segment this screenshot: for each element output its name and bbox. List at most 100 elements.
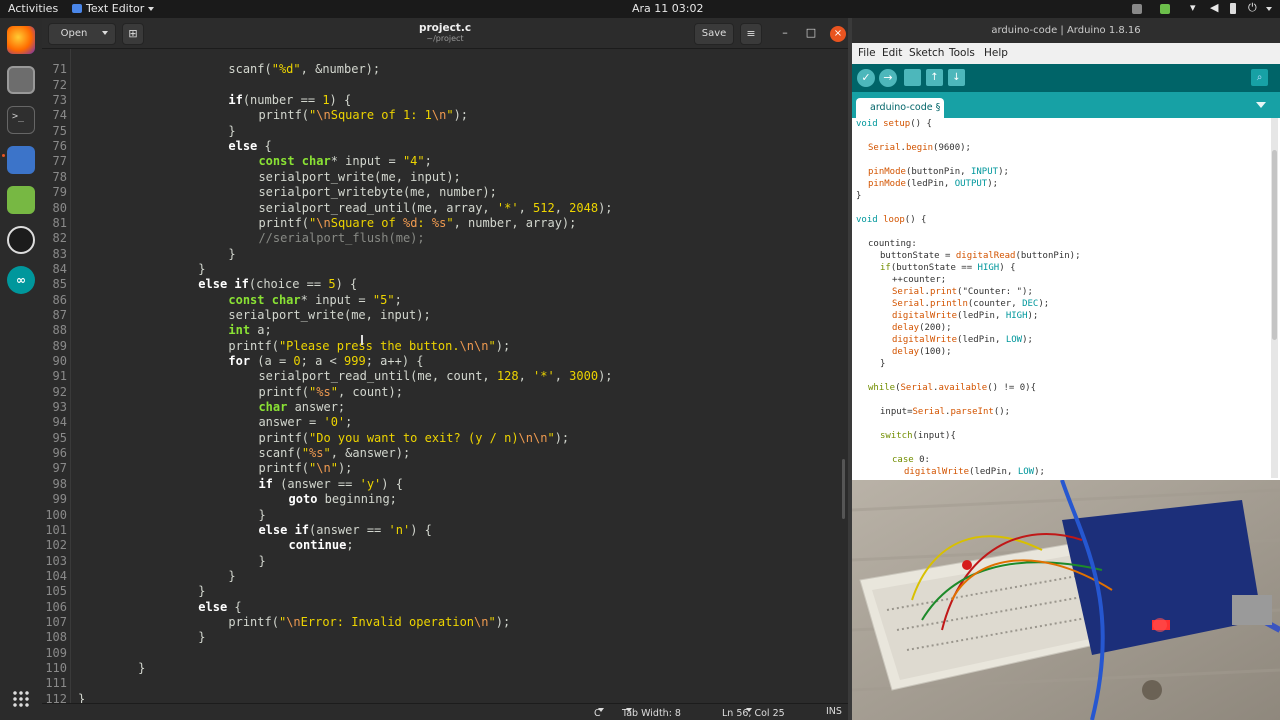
- arduino-code-editor[interactable]: void setup() {Serial.begin(9600); pinMode…: [852, 118, 1280, 480]
- code-token: if: [258, 476, 273, 491]
- code-token: printf(: [228, 614, 279, 629]
- line-number: 111: [45, 676, 67, 691]
- running-indicator: [2, 154, 5, 157]
- code-line: int a;: [228, 323, 271, 338]
- verify-icon[interactable]: ✓: [857, 69, 875, 87]
- line-number: 85: [52, 277, 67, 292]
- code-token: serialport_writebyte(me, number);: [258, 185, 497, 200]
- arduino-code-token: (ledPin,: [905, 179, 955, 189]
- cursor-position-label: Ln 56, Col 25: [722, 708, 785, 719]
- arduino-code-token: print: [929, 287, 958, 297]
- code-token: %s: [431, 215, 447, 230]
- close-icon[interactable]: ×: [830, 26, 846, 42]
- obs-icon[interactable]: [7, 226, 35, 254]
- minimize-icon[interactable]: –: [775, 23, 795, 43]
- code-token: const char: [258, 154, 331, 169]
- code-line: printf("\nSquare of %d: %s", number, arr…: [258, 216, 576, 231]
- upload-icon[interactable]: →: [879, 69, 897, 87]
- save-button[interactable]: Save: [694, 23, 734, 45]
- line-number: 77: [52, 154, 67, 169]
- save-sketch-icon[interactable]: ↓: [948, 69, 965, 86]
- menu-tools[interactable]: Tools: [949, 47, 975, 59]
- code-token: "Do you want to exit? (y / n): [309, 430, 519, 445]
- line-number: 73: [52, 93, 67, 108]
- power-icon[interactable]: ⏻: [1248, 1, 1257, 15]
- arduino-ide-window: arduino-code | Arduino 1.8.16 File Edit …: [852, 18, 1280, 480]
- arduino-code-token: () {: [910, 119, 932, 129]
- code-token: }: [198, 261, 206, 276]
- serial-monitor-icon[interactable]: ⌕: [1251, 69, 1268, 86]
- code-token: serialport_write(me, input);: [258, 169, 461, 184]
- code-token: answer =: [258, 415, 324, 430]
- code-token: }: [198, 584, 206, 599]
- line-number: 105: [45, 584, 67, 599]
- android-icon[interactable]: [7, 186, 35, 214]
- code-line: scanf("%d", &number);: [228, 62, 380, 77]
- code-token: );: [337, 461, 353, 476]
- tray-icon[interactable]: [1132, 4, 1142, 14]
- app-menu[interactable]: Text Editor: [72, 2, 155, 15]
- arduino-code-line: switch(input){: [880, 430, 956, 442]
- arduino-code-token: Serial: [892, 299, 925, 309]
- arduino-scrollbar[interactable]: [1271, 118, 1278, 478]
- code-token: serialport_write(me, input);: [228, 307, 431, 322]
- tab-arduino-code[interactable]: arduino-code §: [856, 98, 944, 118]
- firefox-icon[interactable]: [7, 26, 35, 54]
- menu-sketch[interactable]: Sketch: [909, 47, 944, 59]
- new-sketch-icon[interactable]: [904, 69, 921, 86]
- webcam-photo-arduino-breadboard: [852, 480, 1280, 720]
- code-line: char answer;: [258, 400, 345, 415]
- code-token: 999: [344, 354, 366, 368]
- code-token: :: [417, 215, 432, 230]
- line-number: 88: [52, 323, 67, 338]
- code-token: ": [446, 215, 454, 230]
- text-editor-icon[interactable]: [7, 146, 35, 174]
- arduino-code-token: ("Counter: ");: [957, 287, 1033, 297]
- arduino-code-token: LOW: [1005, 335, 1023, 345]
- arduino-code-line: case 0:: [892, 454, 930, 466]
- volume-icon[interactable]: ◀: [1210, 1, 1218, 14]
- files-icon[interactable]: [7, 66, 35, 94]
- tab-menu-chevron-icon[interactable]: [1256, 102, 1266, 108]
- code-line: if(number == 1) {: [228, 93, 351, 108]
- arduino-scroll-thumb[interactable]: [1272, 150, 1277, 340]
- system-menu-chevron-icon[interactable]: [1266, 7, 1272, 11]
- line-number: 74: [52, 108, 67, 123]
- arduino-code-token: digitalWrite: [892, 335, 958, 345]
- arduino-icon[interactable]: ∞: [7, 266, 35, 294]
- arduino-code-token: Serial: [900, 383, 934, 393]
- arduino-toolbar: ✓ → ↑ ↓ ⌕: [852, 64, 1280, 92]
- open-sketch-icon[interactable]: ↑: [926, 69, 943, 86]
- menu-edit[interactable]: Edit: [882, 47, 902, 59]
- android-tray-icon[interactable]: [1160, 4, 1170, 14]
- code-line: serialport_read_until(me, array, '*', 51…: [258, 201, 612, 216]
- arduino-code-line: Serial.print("Counter: ");: [892, 286, 1033, 298]
- code-token: \n\n: [518, 430, 548, 445]
- maximize-icon[interactable]: □: [801, 23, 821, 43]
- wifi-icon[interactable]: ▾: [1190, 1, 1196, 14]
- arduino-code-line: void loop() {: [856, 214, 926, 226]
- line-number: 93: [52, 400, 67, 415]
- code-token: ,: [554, 200, 570, 215]
- code-token: else if: [258, 522, 310, 537]
- code-token: ,: [518, 200, 534, 215]
- terminal-icon[interactable]: >_: [7, 106, 35, 134]
- battery-icon[interactable]: [1230, 3, 1236, 14]
- arduino-code-token: Serial: [892, 287, 925, 297]
- scrollbar[interactable]: [842, 459, 845, 519]
- code-token: }: [258, 507, 266, 522]
- clock[interactable]: Ara 11 03:02: [632, 2, 703, 15]
- line-number: 109: [45, 645, 67, 660]
- hamburger-menu-icon[interactable]: ≡: [740, 23, 762, 45]
- code-editor[interactable]: 71 72 73 74 75 76 77 78 79 80 81 82 83 84 85 86 87 88 89 90…: [42, 49, 848, 703]
- show-apps-icon[interactable]: [12, 690, 30, 708]
- menu-file[interactable]: File: [858, 47, 876, 59]
- menu-help[interactable]: Help: [984, 47, 1008, 59]
- arduino-code-token: loop: [883, 215, 905, 225]
- line-number: 104: [45, 568, 67, 583]
- activities-button[interactable]: Activities: [8, 2, 58, 15]
- code-token: \n: [316, 215, 331, 230]
- code-token: (answer ==: [309, 522, 389, 537]
- code-token: serialport_read_until(me, count,: [258, 369, 497, 384]
- code-token: }: [258, 553, 266, 568]
